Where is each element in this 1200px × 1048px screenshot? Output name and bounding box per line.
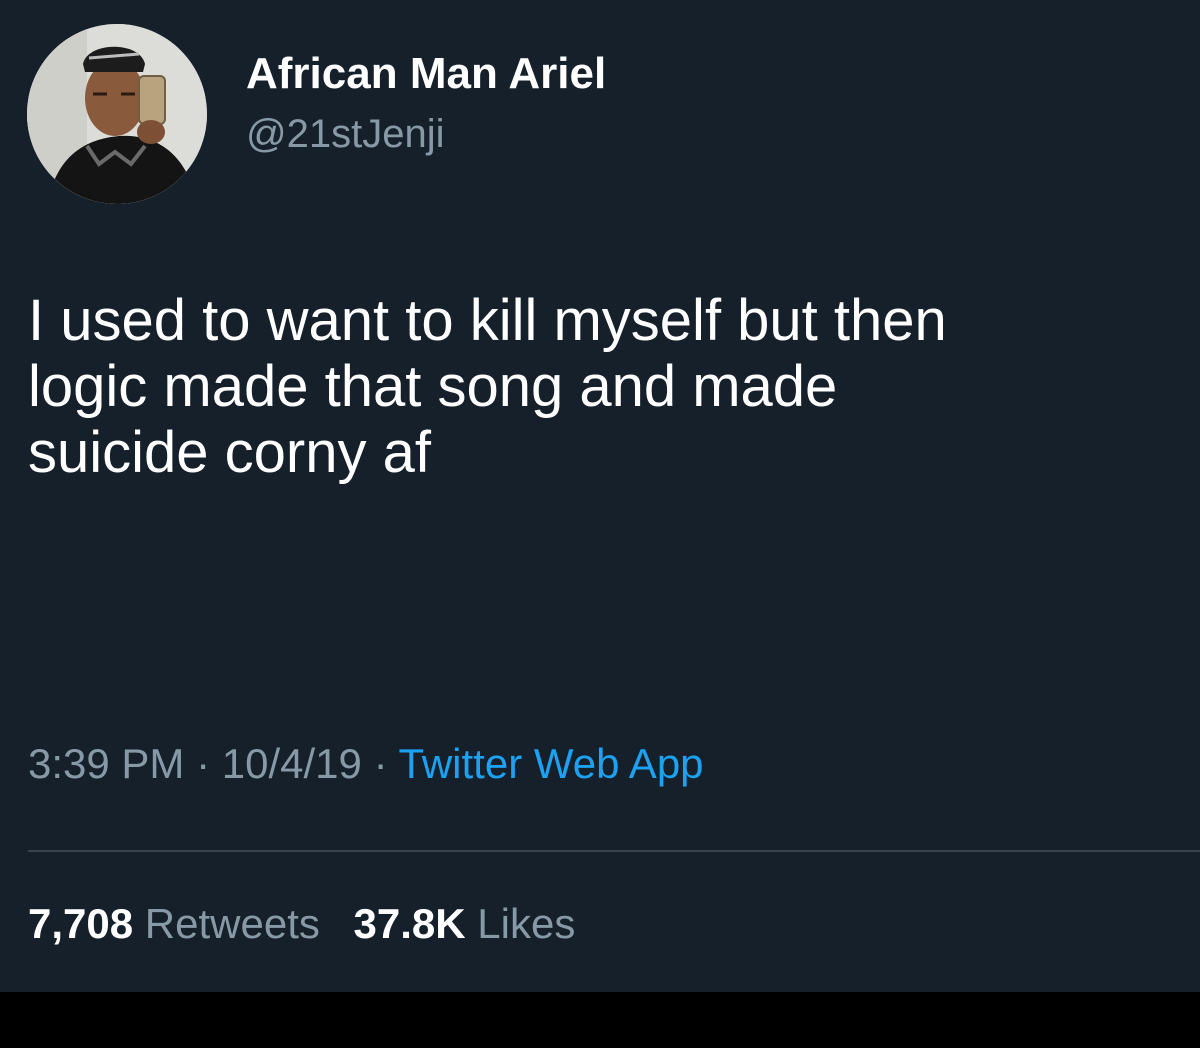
tweet-text-line: logic made that song and made [28, 354, 838, 419]
tweet-text-line: suicide corny af [28, 420, 431, 485]
retweets-stat[interactable]: 7,708 Retweets [28, 898, 320, 950]
tweet-stats: 7,708 Retweets 37.8K Likes [28, 898, 597, 950]
tweet-card: African Man Ariel @21stJenji I used to w… [0, 0, 1200, 992]
tweet-meta: 3:39 PM · 10/4/19 · Twitter Web App [28, 738, 704, 790]
meta-separator: · [196, 740, 211, 787]
likes-label: Likes [477, 900, 576, 947]
meta-separator: · [373, 740, 388, 787]
user-handle[interactable]: @21stJenji [246, 110, 444, 158]
tweet-date[interactable]: 10/4/19 [222, 740, 362, 787]
divider [28, 850, 1200, 852]
avatar[interactable] [27, 24, 207, 204]
tweet-text-line: I used to want to kill myself but then [28, 288, 947, 353]
display-name[interactable]: African Man Ariel [246, 48, 606, 100]
retweets-count: 7,708 [28, 900, 134, 947]
retweets-label: Retweets [144, 900, 320, 947]
tweet-text: I used to want to kill myself but then l… [28, 288, 1188, 486]
tweet-time[interactable]: 3:39 PM [28, 740, 184, 787]
profile-photo-icon [27, 24, 207, 204]
tweet-source-link[interactable]: Twitter Web App [399, 740, 704, 787]
likes-stat[interactable]: 37.8K Likes [354, 898, 576, 950]
likes-count: 37.8K [353, 900, 466, 947]
